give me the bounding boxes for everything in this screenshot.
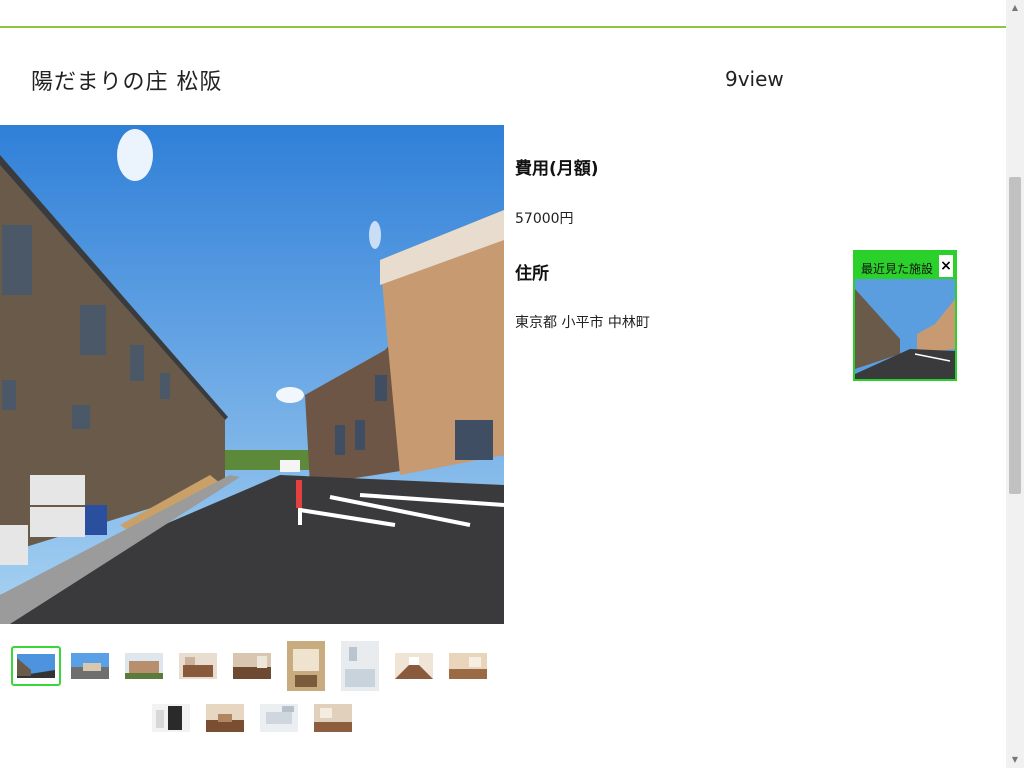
photo-thumbnail-9[interactable] [449, 653, 487, 679]
scroll-down-icon[interactable]: ▼ [1006, 752, 1024, 768]
header-divider [0, 26, 1006, 28]
photo-thumbnail-3[interactable] [125, 653, 163, 679]
recently-viewed-widget[interactable]: 最近見た施設 × [853, 250, 957, 381]
address-value: 東京都 小平市 中林町 [515, 315, 650, 331]
photo-thumbnail-1[interactable] [11, 646, 61, 686]
close-icon[interactable]: × [939, 255, 953, 277]
address-label: 住所 [515, 264, 549, 284]
scroll-up-icon[interactable]: ▲ [1006, 0, 1024, 16]
scrollbar-thumb[interactable] [1009, 177, 1021, 494]
photo-thumbnail-12[interactable] [260, 704, 298, 732]
photo-thumbnail-7[interactable] [341, 641, 379, 691]
fee-label: 費用(月額) [515, 159, 599, 179]
photo-thumbnail-11[interactable] [206, 704, 244, 732]
photo-thumbnail-2[interactable] [71, 653, 109, 679]
photo-thumbnail-4[interactable] [179, 653, 217, 679]
main-facility-photo[interactable] [0, 125, 504, 624]
fee-value: 57000円 [515, 211, 574, 227]
view-count: 9view [725, 67, 784, 91]
thumbnail-row-2 [0, 692, 504, 746]
photo-thumbnail-13[interactable] [314, 704, 352, 732]
photo-thumbnail-6[interactable] [287, 641, 325, 691]
page-scrollbar[interactable]: ▲ ▼ [1006, 0, 1024, 768]
facility-name: 陽だまりの庄 松阪 [31, 70, 223, 95]
photo-thumbnail-10[interactable] [152, 704, 190, 732]
photo-thumbnail-5[interactable] [233, 653, 271, 679]
thumbnail-row-1 [0, 640, 504, 694]
recently-viewed-label: 最近見た施設 [861, 262, 934, 276]
photo-thumbnail-8[interactable] [395, 653, 433, 679]
recently-viewed-thumbnail[interactable] [855, 279, 955, 379]
